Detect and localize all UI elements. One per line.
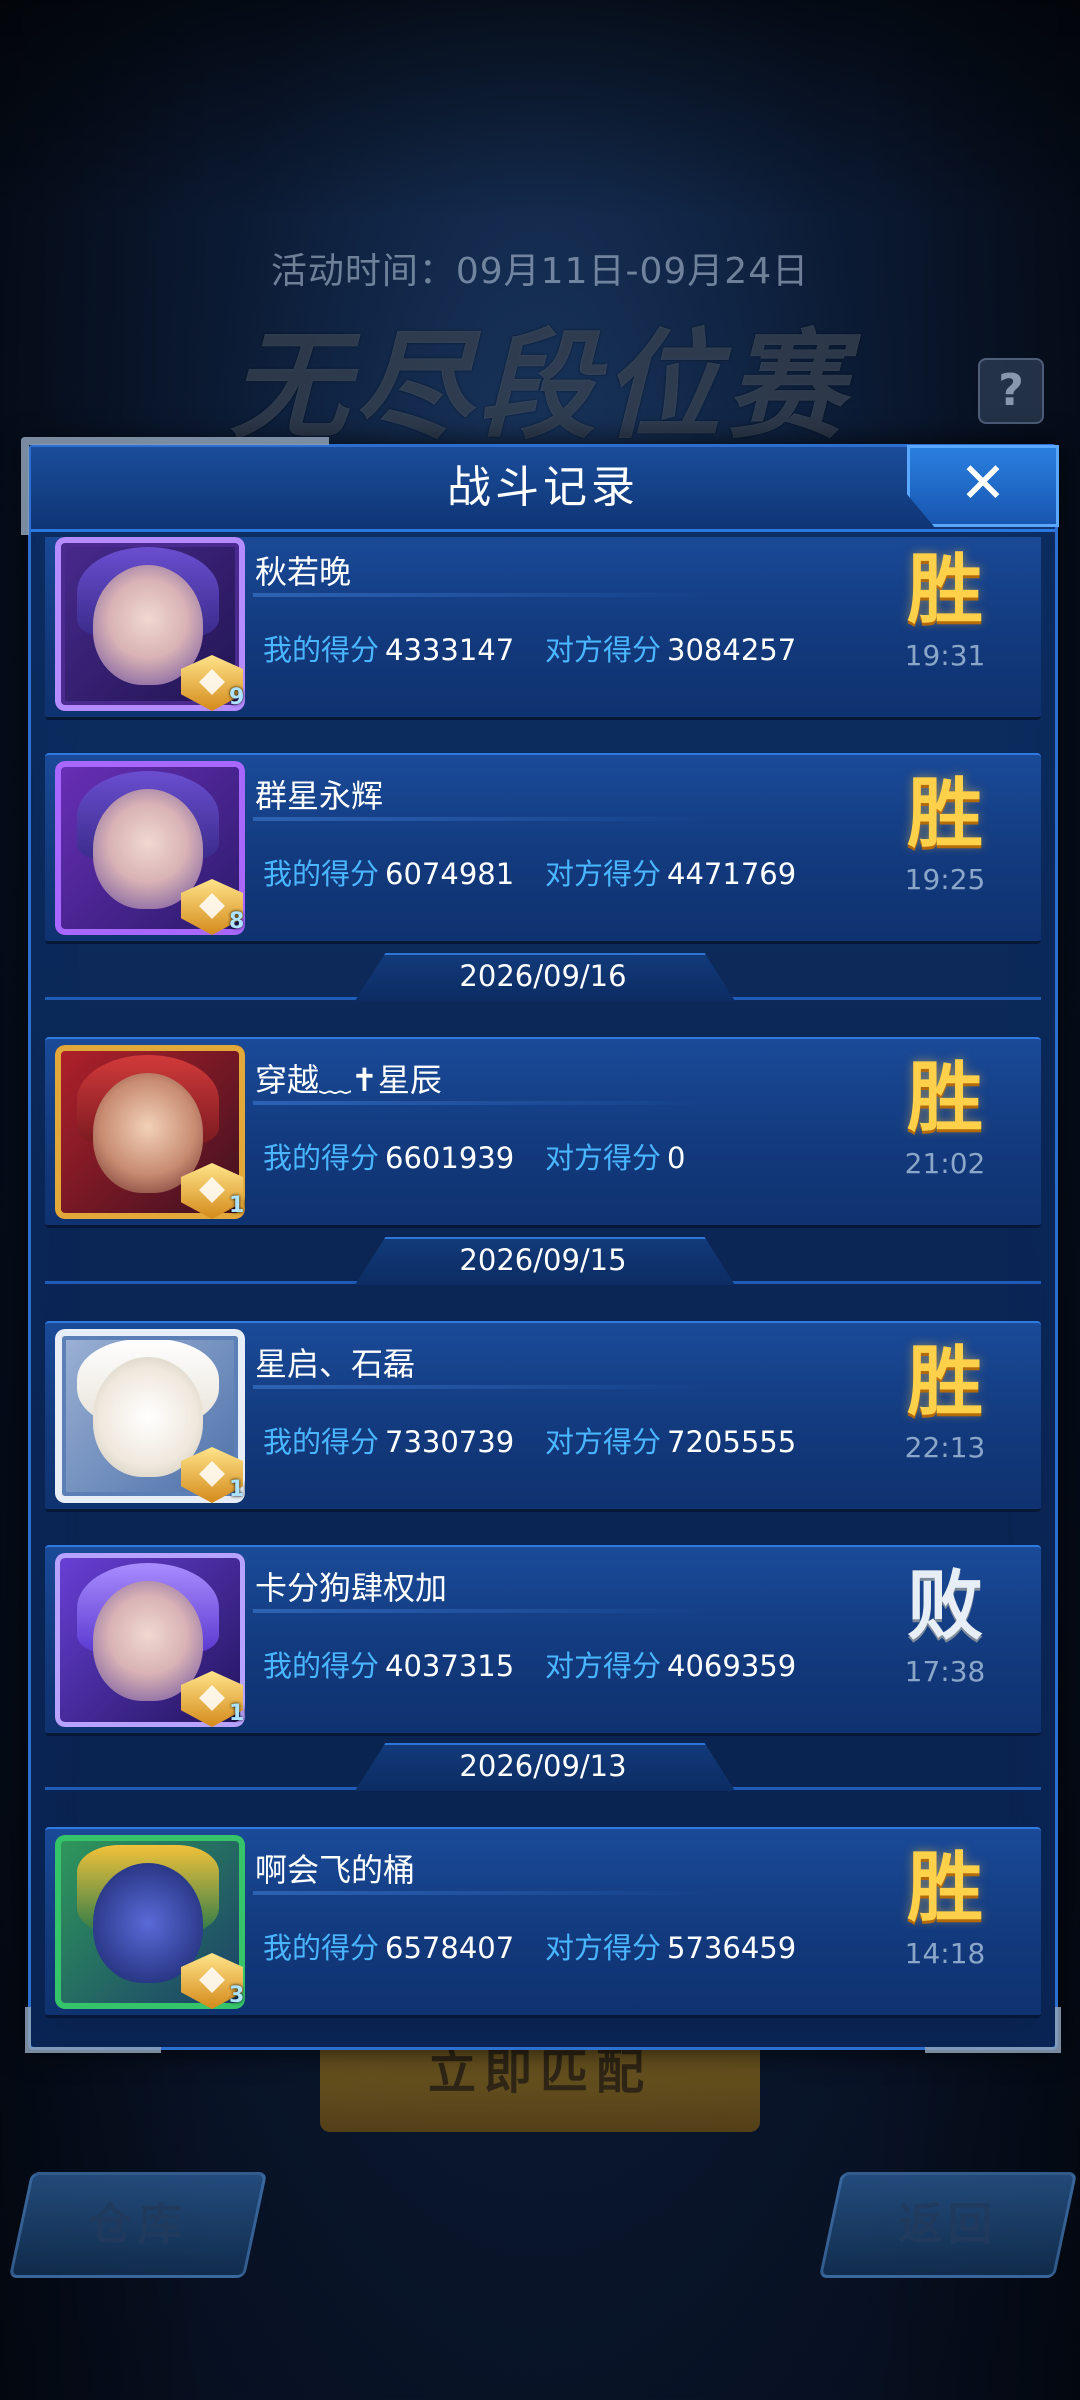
date-separator: 2026/09/13 xyxy=(45,1739,1041,1791)
close-icon: ✕ xyxy=(959,451,1007,516)
opponent-score-value: 4069359 xyxy=(667,1649,797,1683)
avatar: 10 xyxy=(55,1045,245,1219)
opponent-score: 对方得分 0 xyxy=(545,1135,685,1177)
event-time: 活动时间：09月11日-09月24日 xyxy=(270,251,810,292)
date-label: 2026/09/15 xyxy=(459,1243,627,1277)
my-score-value: 6578407 xyxy=(385,1931,515,1965)
divider xyxy=(253,1385,713,1389)
record-item[interactable]: 9 秋若晚 我的得分 4333147 对方得分 3084257 胜 19:31 xyxy=(45,537,1041,720)
match-time: 19:31 xyxy=(904,639,986,672)
avatar: 10 xyxy=(55,1553,245,1727)
my-score: 我的得分 4037315 xyxy=(263,1643,514,1685)
back-label: 返回 xyxy=(898,2199,998,2250)
result-badge: 胜 xyxy=(907,769,983,858)
opponent-score: 对方得分 5736459 xyxy=(545,1925,796,1967)
opponent-name: 秋若晚 xyxy=(255,553,352,591)
warehouse-button[interactable]: 仓库 xyxy=(8,2172,268,2278)
my-score-value: 7330739 xyxy=(385,1425,515,1459)
opponent-score: 对方得分 7205555 xyxy=(545,1419,796,1461)
opponent-score-label: 对方得分 xyxy=(545,857,662,891)
opponent-score-value: 0 xyxy=(667,1141,686,1175)
date-separator: 2026/09/15 xyxy=(45,1233,1041,1285)
rank-level: 10 xyxy=(229,1193,245,1218)
back-button[interactable]: 返回 xyxy=(818,2172,1078,2278)
modal-title: 战斗记录 xyxy=(447,462,639,513)
result-badge: 胜 xyxy=(907,1053,983,1142)
divider xyxy=(253,1609,713,1613)
opponent-name: 卡分狗肆权加 xyxy=(255,1569,448,1607)
opponent-score-label: 对方得分 xyxy=(545,1649,662,1683)
my-score-label: 我的得分 xyxy=(263,1141,380,1175)
record-item[interactable]: 10 星启、石磊 我的得分7330739 对方得分7205555 胜 22:13 xyxy=(45,1321,1041,1512)
opponent-score-value: 4471769 xyxy=(667,857,797,891)
close-button[interactable]: ✕ xyxy=(907,445,1059,527)
divider xyxy=(253,593,713,597)
opponent-name: 啊会飞的桶 xyxy=(255,1851,416,1889)
result-badge: 胜 xyxy=(907,545,983,634)
avatar: 10 xyxy=(55,1329,245,1503)
record-item[interactable]: 10 穿越﹏✝星辰 我的得分6601939 对方得分0 胜 21:02 xyxy=(45,1037,1041,1228)
opponent-score: 对方得分 3084257 xyxy=(545,627,796,669)
result-badge: 胜 xyxy=(907,1843,983,1932)
rank-level: 8 xyxy=(229,909,245,934)
date-label: 2026/09/13 xyxy=(459,1749,627,1783)
match-time: 17:38 xyxy=(904,1655,986,1688)
help-button[interactable]: ? xyxy=(978,358,1044,424)
match-time: 19:25 xyxy=(904,863,986,896)
my-score-value: 4037315 xyxy=(385,1649,515,1683)
my-score-label: 我的得分 xyxy=(263,1931,380,1965)
opponent-score: 对方得分 4069359 xyxy=(545,1643,796,1685)
my-score: 我的得分 6578407 xyxy=(263,1925,514,1967)
opponent-score-value: 7205555 xyxy=(667,1425,797,1459)
opponent-score-value: 3084257 xyxy=(667,633,797,667)
rank-level: 3 xyxy=(229,1983,245,2008)
my-score: 我的得分 6601939 xyxy=(263,1135,514,1177)
opponent-score-label: 对方得分 xyxy=(545,1931,662,1965)
battle-record-modal: 战斗记录 ✕ 9 秋若晚 我的得分 4333147 对方得分 3084257 胜 1… xyxy=(21,437,1061,2053)
my-score: 我的得分 7330739 xyxy=(263,1419,514,1461)
match-time: 21:02 xyxy=(904,1147,986,1180)
my-score-value: 4333147 xyxy=(385,633,515,667)
match-time: 14:18 xyxy=(904,1937,986,1970)
opponent-score: 对方得分 4471769 xyxy=(545,851,796,893)
my-score-value: 6074981 xyxy=(385,857,515,891)
avatar: 9 xyxy=(55,537,245,711)
my-score: 我的得分 4333147 xyxy=(263,627,514,669)
my-score-label: 我的得分 xyxy=(263,857,380,891)
my-score-label: 我的得分 xyxy=(263,1649,380,1683)
my-score-label: 我的得分 xyxy=(263,633,380,667)
record-item[interactable]: 8 群星永辉 我的得分 6074981 对方得分 4471769 胜 19:25 xyxy=(45,753,1041,944)
divider xyxy=(253,1891,713,1895)
match-time: 22:13 xyxy=(904,1431,986,1464)
opponent-name: 群星永辉 xyxy=(255,777,384,815)
divider xyxy=(253,1101,713,1105)
record-list[interactable]: 9 秋若晚 我的得分 4333147 对方得分 3084257 胜 19:31 8 … xyxy=(45,537,1041,2033)
result-badge: 败 xyxy=(907,1561,983,1650)
background-top-shade xyxy=(0,0,1080,220)
opponent-score-label: 对方得分 xyxy=(545,1425,662,1459)
opponent-score-label: 对方得分 xyxy=(545,1141,662,1175)
my-score: 我的得分 6074981 xyxy=(263,851,514,893)
opponent-name: 星启、石磊 xyxy=(255,1345,416,1383)
date-separator: 2026/09/16 xyxy=(45,949,1041,1001)
rank-level: 10 xyxy=(229,1701,245,1726)
date-label: 2026/09/16 xyxy=(459,959,627,993)
opponent-name: 穿越﹏✝星辰 xyxy=(255,1061,442,1099)
record-item[interactable]: 10 卡分狗肆权加 我的得分4037315 对方得分4069359 败 17:3… xyxy=(45,1545,1041,1736)
my-score-value: 6601939 xyxy=(385,1141,515,1175)
opponent-score-value: 5736459 xyxy=(667,1931,797,1965)
rank-level: 9 xyxy=(229,685,245,710)
result-badge: 胜 xyxy=(907,1337,983,1426)
warehouse-label: 仓库 xyxy=(88,2199,188,2250)
my-score-label: 我的得分 xyxy=(263,1425,380,1459)
avatar: 8 xyxy=(55,761,245,935)
opponent-score-label: 对方得分 xyxy=(545,633,662,667)
record-item[interactable]: 3 啊会飞的桶 我的得分 6578407 对方得分 5736459 胜 14:18 xyxy=(45,1827,1041,2018)
question-icon: ? xyxy=(998,365,1024,416)
rank-level: 10 xyxy=(229,1477,245,1502)
event-title: 无尽段位赛 xyxy=(229,317,850,455)
divider xyxy=(253,817,713,821)
avatar: 3 xyxy=(55,1835,245,2009)
